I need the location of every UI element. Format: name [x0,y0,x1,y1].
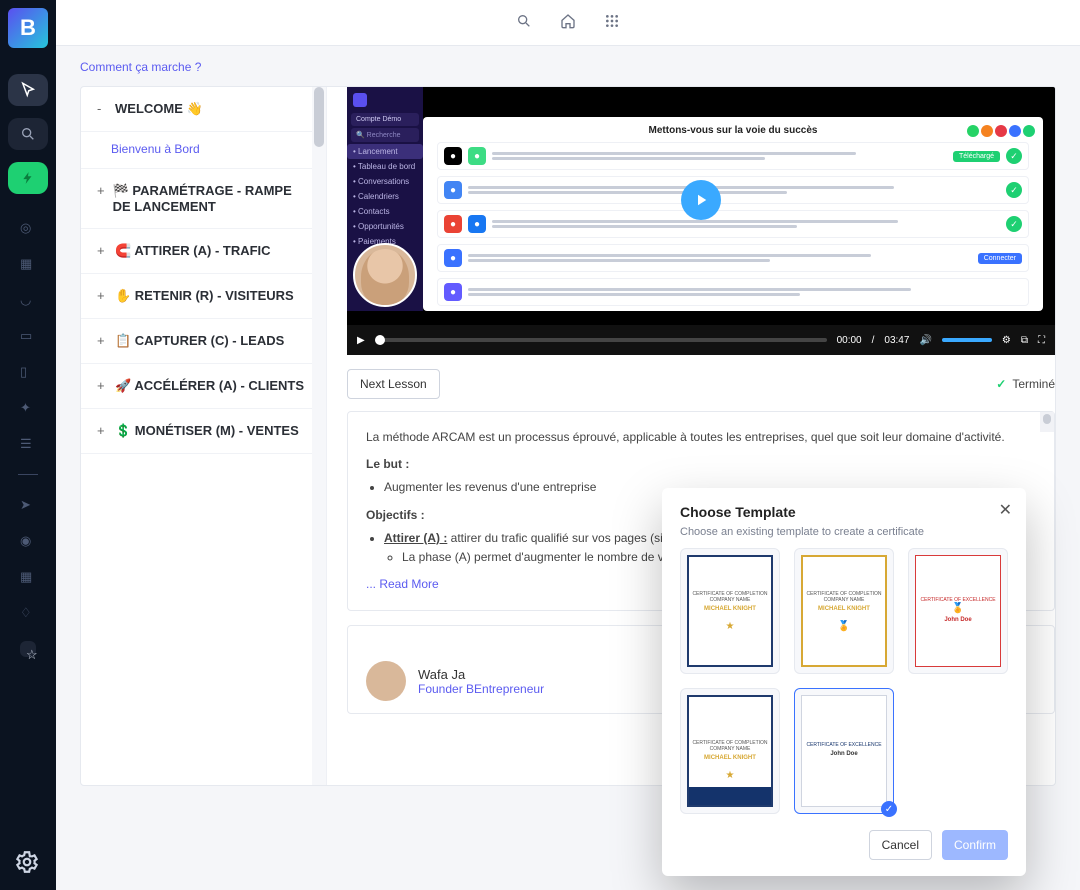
toc-welcome[interactable]: - WELCOME 👋 [81,87,326,132]
toc-scrollbar[interactable] [312,87,326,785]
video-content: Mettons-vous sur la voie du succès ●●Tél… [423,117,1043,311]
top-home-icon[interactable] [560,13,576,32]
template-option-5[interactable]: CERTIFICATE OF EXCELLENCEJohn Doe✓ [794,688,894,814]
template-option-2[interactable]: CERTIFICATE OF COMPLETIONCOMPANY NAMEMIC… [794,548,894,674]
fullscreen-icon[interactable]: ⛶ [1038,335,1045,346]
read-more-link[interactable]: ... Read More [366,577,439,591]
toc-item[interactable]: +✋ RETENIR (R) - VISITEURS [81,274,326,319]
video-side-item: • Conversations [347,174,423,189]
nav-dashboard-icon[interactable]: ▦ [20,256,36,272]
course-toc: - WELCOME 👋 Bienvenu à Bord +🏁 PARAMÉTRA… [81,87,327,785]
play-button[interactable] [681,180,721,220]
nav-globe-icon[interactable]: ◉ [20,533,36,549]
breadcrumb[interactable]: Comment ça marche ? [80,60,1056,74]
instructor-avatar [366,661,406,701]
video-controls: ▶ 00:00 / 03:47 🔊 ⚙ ⧉ ⛶ [347,325,1055,355]
body-goal-heading: Le but : [366,455,1036,474]
modal-title: Choose Template [680,504,1008,520]
toc-welcome-sub[interactable]: Bienvenu à Bord [81,132,326,169]
toc-item[interactable]: +💲 MONÉTISER (M) - VENTES [81,409,326,454]
nav-calendar-icon[interactable]: ▭ [20,328,36,344]
body-scrollbar[interactable] [1040,412,1054,432]
nav-send-icon[interactable]: ➤ [20,497,36,513]
video-side-item: • Opportunités [347,219,423,234]
video-side-item: • Contacts [347,204,423,219]
instructor-role[interactable]: Founder BEntrepreneur [418,682,544,696]
nav-sparkle-icon[interactable]: ✦ [20,400,36,416]
close-icon[interactable]: ✕ [999,500,1012,520]
body-intro: La méthode ARCAM est un processus éprouv… [366,428,1036,447]
video-side-header: Compte Démo [351,113,419,126]
video-side-item: • Calendriers [347,189,423,204]
modal-subtitle: Choose an existing template to create a … [680,526,1008,538]
nav-location-icon[interactable]: ◎ [20,220,36,236]
nav-grid-icon[interactable]: ▦ [20,569,36,585]
play-icon[interactable]: ▶ [357,335,365,346]
toc-item[interactable]: +🚀 ACCÉLÉRER (A) - CLIENTS [81,364,326,409]
confirm-button[interactable]: Confirm [942,830,1008,860]
nav-contacts-icon[interactable]: ▯ [20,364,36,380]
time-total: 03:47 [884,335,909,346]
template-option-1[interactable]: CERTIFICATE OF COMPLETIONCOMPANY NAMEMIC… [680,548,780,674]
toc-item[interactable]: +📋 CAPTURER (C) - LEADS [81,319,326,364]
green-dot-icon [1023,125,1035,137]
video-side-item: • Lancement [347,144,423,159]
choose-template-modal: ✕ Choose Template Choose an existing tem… [662,488,1026,876]
toc-item[interactable]: +🏁 PARAMÉTRAGE - RAMPE DE LANCEMENT [81,169,326,229]
blue-dot-icon [1009,125,1021,137]
red-dot-icon [995,125,1007,137]
template-option-3[interactable]: CERTIFICATE OF EXCELLENCE🏅John Doe [908,548,1008,674]
volume-slider[interactable] [942,338,992,342]
video-inner-title: Mettons-vous sur la voie du succès [423,117,1043,136]
sidebar-bolt-button[interactable] [8,162,48,194]
orange-dot-icon [981,125,993,137]
video-side-search: 🔍 Recherche [351,128,419,142]
selected-check-icon: ✓ [881,801,897,817]
cancel-button[interactable]: Cancel [869,830,932,860]
video-side-item: • Tableau de bord [347,159,423,174]
volume-icon[interactable]: 🔊 [919,335,931,346]
sidebar-cursor-button[interactable] [8,74,48,106]
top-search-icon[interactable] [516,13,532,32]
onboarding-row: ●●✓ [437,210,1029,238]
presenter-avatar [353,243,417,307]
nav-archive-icon[interactable]: ☰ [20,436,36,452]
next-lesson-button[interactable]: Next Lesson [347,369,440,399]
settings-icon[interactable]: ⚙ [1002,335,1011,346]
video-player[interactable]: Compte Démo 🔍 Recherche • Lancement• Tab… [347,87,1055,355]
top-bar [56,0,1080,46]
settings-gear-icon[interactable] [14,849,40,878]
app-sidebar: B ◎ ▦ ◡ ▭ ▯ ✦ ☰ ➤ ◉ ▦ ♢ ☆ [0,0,56,890]
time-current: 00:00 [837,335,862,346]
lesson-done[interactable]: ✓Terminé [996,369,1055,399]
onboarding-row: ●Connecter [437,244,1029,272]
toc-welcome-label: WELCOME 👋 [115,101,203,117]
nav-badge-icon[interactable]: ♢ [20,605,36,621]
onboarding-row: ●✓ [437,176,1029,204]
onboarding-row: ● [437,278,1029,306]
toc-item[interactable]: +🧲 ATTIRER (A) - TRAFIC [81,229,326,274]
onboarding-row: ●●Téléchargé✓ [437,142,1029,170]
seek-bar[interactable] [375,338,827,342]
pip-icon[interactable]: ⧉ [1021,335,1028,346]
whatsapp-icon [967,125,979,137]
sidebar-search-button[interactable] [8,118,48,150]
instructor-name: Wafa Ja [418,667,544,682]
brand-logo: B [8,8,48,48]
top-apps-icon[interactable] [604,13,620,32]
template-option-4[interactable]: CERTIFICATE OF COMPLETIONCOMPANY NAMEMIC… [680,688,780,814]
nav-star-icon[interactable]: ☆ [20,641,36,657]
nav-chat-icon[interactable]: ◡ [20,292,36,308]
